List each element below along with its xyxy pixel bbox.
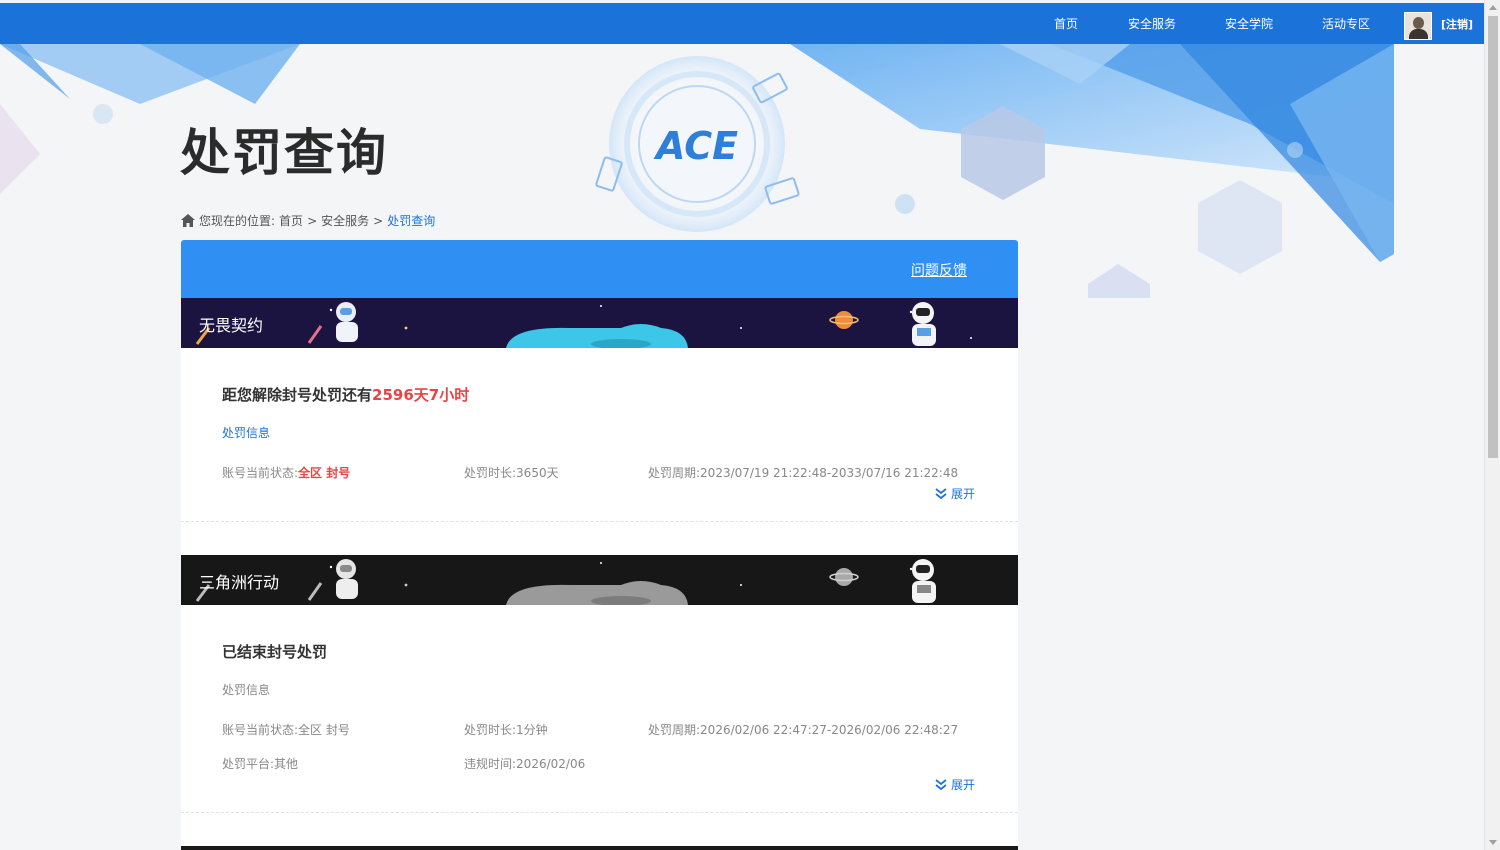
violation-time-value: 2026/02/06 [516, 757, 586, 771]
avatar-body [1409, 29, 1428, 39]
nav-item-security-academy[interactable]: 安全学院 [1225, 3, 1273, 44]
breadcrumb-current[interactable]: 处罚查询 [387, 212, 435, 229]
account-status-value: 全区 封号 [298, 466, 351, 480]
scroll-up-icon[interactable] [1489, 5, 1497, 10]
ace-logo: ACE [653, 124, 738, 168]
account-status-label: 账号当前状态: [222, 723, 299, 737]
punishment-status: 已结束封号处罚 [222, 643, 328, 661]
expand-label: 展开 [951, 487, 976, 501]
violation-time-label: 违规时间: [464, 757, 517, 771]
expand-label: 展开 [951, 778, 976, 792]
account-status-value: 全区 封号 [298, 723, 350, 737]
duration-value: 1分钟 [516, 723, 548, 737]
punishment-card-1: 距您解除封号处罚还有2596天7小时 处罚信息 账号当前状态:全区 封号 处罚时… [181, 348, 1018, 522]
period-label: 处罚周期: [648, 466, 701, 480]
breadcrumb: 您现在的位置: 首页 > 安全服务 > 处罚查询 [181, 212, 435, 229]
nav-item-security-service[interactable]: 安全服务 [1128, 3, 1176, 44]
period-label: 处罚周期: [648, 723, 701, 737]
expand-button[interactable]: 展开 [934, 485, 975, 502]
avatar[interactable] [1404, 12, 1432, 40]
remaining-time: 2596天7小时 [372, 386, 470, 404]
breadcrumb-prefix: 您现在的位置: [199, 214, 276, 228]
breadcrumb-security-service[interactable]: 安全服务 [321, 212, 369, 229]
breadcrumb-home[interactable]: 首页 [279, 212, 303, 229]
punishment-info-label: 处罚信息 [222, 426, 271, 440]
duration-label: 处罚时长: [464, 723, 517, 737]
platform-value: 其他 [274, 757, 299, 771]
punishment-panel: 问题反馈 无畏契约 距您解除封号处罚还有2596天7小时 处罚信息 账号当前状态… [181, 240, 1018, 850]
account-status-field: 账号当前状态:全区 封号 [222, 721, 350, 738]
nav-item-home[interactable]: 首页 [1054, 3, 1078, 44]
game-banner-next [181, 846, 1018, 850]
chevron-double-down-icon [935, 778, 947, 790]
duration-label: 处罚时长: [464, 466, 517, 480]
feedback-link[interactable]: 问题反馈 [911, 260, 967, 280]
breadcrumb-separator: > [373, 213, 384, 228]
top-nav-bar: 首页 安全服务 安全学院 活动专区 [注销] [0, 3, 1484, 44]
nav-home-link[interactable]: 首页 [1054, 15, 1078, 32]
period-value: 2026/02/06 22:47:27-2026/02/06 22:48:27 [700, 723, 959, 737]
game-banner-valorant: 无畏契约 [181, 298, 1018, 348]
space-banner-art-grey [181, 555, 1018, 605]
space-banner-art [181, 298, 1018, 348]
nav-security-academy-link[interactable]: 安全学院 [1225, 15, 1273, 32]
duration-field: 处罚时长:1分钟 [464, 721, 548, 738]
punishment-card-2: 已结束封号处罚 处罚信息 账号当前状态:全区 封号 处罚时长:1分钟 处罚周期:… [181, 605, 1018, 813]
game-name: 三角洲行动 [199, 573, 280, 592]
scrollbar-thumb[interactable] [1488, 16, 1498, 458]
duration-value: 3650天 [516, 466, 559, 480]
logout-link[interactable]: [注销] [1441, 3, 1473, 44]
page-title: 处罚查询 [180, 124, 388, 182]
chevron-double-down-icon [935, 487, 947, 499]
account-status-field: 账号当前状态:全区 封号 [222, 464, 350, 481]
punishment-info-label: 处罚信息 [222, 683, 271, 697]
game-name: 无畏契约 [199, 316, 264, 335]
platform-field: 处罚平台:其他 [222, 755, 298, 772]
nav-activity-zone-link[interactable]: 活动专区 [1322, 15, 1370, 32]
punishment-status: 距您解除封号处罚还有2596天7小时 [222, 384, 469, 405]
nav-security-service-link[interactable]: 安全服务 [1128, 15, 1176, 32]
expand-button[interactable]: 展开 [934, 776, 975, 793]
period-value: 2023/07/19 21:22:48-2033/07/16 21:22:48 [700, 466, 959, 480]
status-prefix: 距您解除封号处罚还有 [222, 386, 373, 404]
avatar-head [1413, 17, 1424, 29]
period-field: 处罚周期:2026/02/06 22:47:27-2026/02/06 22:4… [648, 721, 958, 738]
home-icon [181, 214, 195, 227]
game-banner-delta-force: 三角洲行动 [181, 555, 1018, 605]
nav-item-activity-zone[interactable]: 活动专区 [1322, 3, 1370, 44]
platform-label: 处罚平台: [222, 757, 275, 771]
page-scrollbar[interactable] [1484, 0, 1500, 850]
period-field: 处罚周期:2023/07/19 21:22:48-2033/07/16 21:2… [648, 464, 958, 481]
duration-field: 处罚时长:3650天 [464, 464, 559, 481]
violation-time-field: 违规时间:2026/02/06 [464, 755, 585, 772]
panel-header: 问题反馈 [181, 240, 1018, 298]
account-status-label: 账号当前状态: [222, 466, 299, 480]
scroll-down-icon[interactable] [1489, 840, 1497, 845]
breadcrumb-separator: > [307, 213, 318, 228]
